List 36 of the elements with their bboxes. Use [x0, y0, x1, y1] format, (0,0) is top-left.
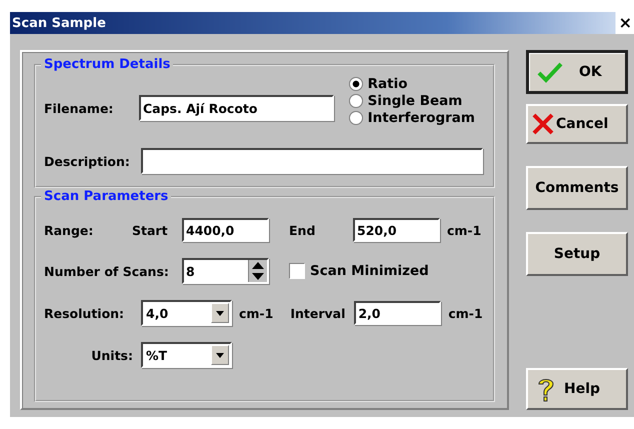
dialog-button[interactable]: Cancel	[526, 104, 628, 144]
field-label: Start	[132, 222, 169, 238]
input-field[interactable]: Caps. Ají Rocoto	[139, 95, 334, 121]
field-label: Resolution:	[44, 306, 126, 320]
dropdown[interactable]: 4,0	[141, 300, 232, 326]
checkbox-option[interactable]: Scan Minimized	[289, 263, 429, 279]
dialog-button[interactable]: OK	[526, 50, 628, 94]
input-field[interactable]: 520,0	[353, 218, 440, 242]
field-label: Range:	[44, 222, 94, 238]
dialog-button[interactable]: Setup	[526, 232, 628, 276]
cross-icon	[532, 113, 554, 135]
field-label: Filename:	[44, 100, 114, 116]
field-label: End	[289, 222, 316, 238]
window-title: Scan Sample	[11, 16, 106, 30]
radio-option[interactable]: Interferogram	[348, 110, 475, 126]
spin-field[interactable]: 8	[182, 258, 269, 284]
field-label: Units:	[90, 348, 134, 362]
input-field[interactable]	[141, 148, 483, 174]
dialog-button[interactable]: Comments	[526, 166, 628, 210]
input-field[interactable]: 4400,0	[182, 218, 269, 242]
check-icon	[536, 61, 563, 83]
field-label: Number of Scans:	[44, 264, 170, 278]
group-title: Spectrum Details	[41, 57, 174, 72]
unit-label: cm-1	[239, 306, 274, 320]
input-field[interactable]: 2,0	[354, 301, 442, 325]
radio-option[interactable]: Ratio	[348, 76, 475, 92]
radio-option[interactable]: Single Beam	[348, 93, 475, 109]
dropdown[interactable]: %T	[141, 342, 232, 368]
spin-arrows-icon[interactable]	[248, 260, 267, 282]
field-label: Description:	[44, 154, 131, 168]
dialog-button[interactable]: Help	[526, 368, 628, 410]
close-button[interactable]: ×	[616, 14, 634, 32]
question-mark-icon	[536, 376, 556, 402]
unit-label: cm-1	[448, 306, 483, 320]
field-label: Interval	[290, 306, 346, 320]
unit-label: cm-1	[447, 222, 482, 238]
